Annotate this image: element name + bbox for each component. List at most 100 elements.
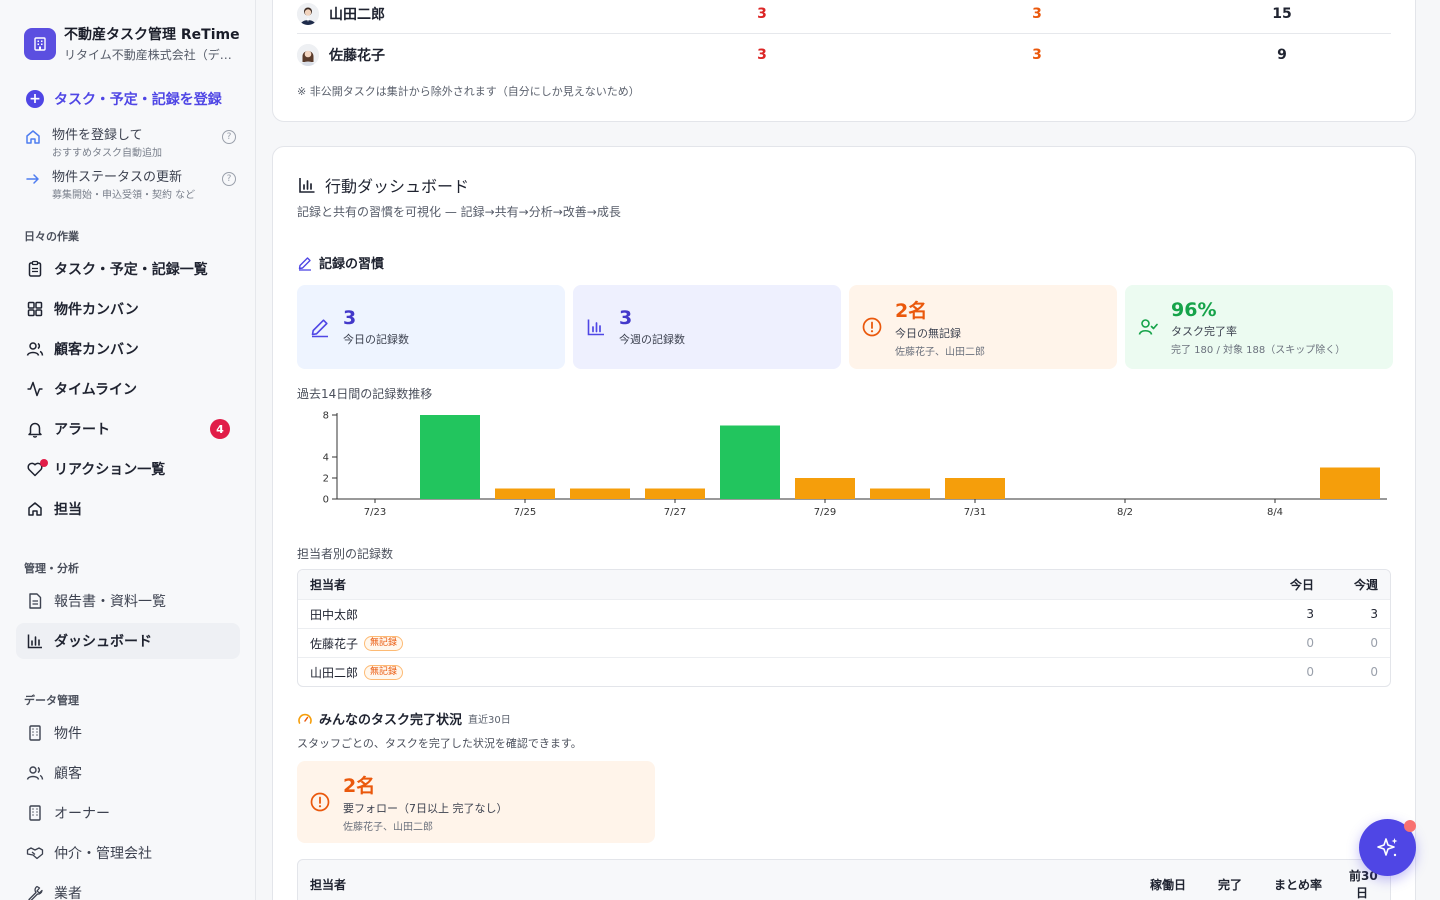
bar-chart-icon (27, 634, 42, 649)
chart-bar (720, 425, 780, 499)
follow-value: 2名 (343, 775, 376, 797)
dashboard-title: 行動ダッシュボード (297, 173, 469, 197)
stat-card-week[interactable]: 3 今週の記録数 (573, 285, 841, 369)
nav-vendors[interactable]: 業者 (16, 875, 240, 900)
nav-reactions[interactable]: リアクション一覧 (16, 451, 240, 487)
staff-name: 佐藤花子 (310, 636, 359, 651)
stat-card-completion[interactable]: 96% タスク完了率 完了 180 / 対象 188（スキップ除く） (1125, 285, 1393, 369)
col-header-prev-unit: 日 (1356, 886, 1369, 900)
quick-title: 物件ステータスの更新 (52, 170, 183, 185)
table-row[interactable]: 佐藤花子 無記録 0 0 (298, 628, 1390, 657)
today-count: 0 (1306, 665, 1314, 679)
home-icon (28, 502, 42, 516)
stat-value: 3 (1032, 5, 1042, 22)
stat-card-today[interactable]: 3 今日の記録数 (297, 285, 565, 369)
nav-reports[interactable]: 報告書・資料一覧 (16, 583, 240, 619)
company-name: リタイム不動産株式会社（デモ） (64, 48, 240, 62)
col-header-days: 稼働日 (1150, 878, 1187, 892)
alert-count-badge: 4 (210, 419, 230, 439)
stat-sub: 完了 180 / 対象 188（スキップ除く） (1171, 344, 1346, 356)
follow-label: 要フォロー（7日以上 完了なし） (343, 802, 508, 815)
nav-label: 物件 (54, 726, 82, 742)
follow-up-card[interactable]: 2名 要フォロー（7日以上 完了なし） 佐藤花子、山田二郎 (297, 761, 655, 843)
completion-table-header: 担当者 稼働日 完了 まとめ率 前30 日 (297, 859, 1391, 900)
nav-label: リアクション一覧 (54, 462, 166, 478)
today-count: 0 (1306, 636, 1314, 650)
activity-dashboard-card: 行動ダッシュボード 記録と共有の習慣を可視化 — 記録→共有→分析→改善→成長 … (272, 146, 1416, 900)
task-summary-card: 山田二郎 3 3 15 佐藤花子 3 3 9 ※ 非公開タスクは集計から除外され… (272, 0, 1416, 122)
register-button[interactable]: + タスク・予定・記録を登録 (26, 89, 222, 109)
section-data: データ管理 (24, 694, 79, 707)
nav-alerts[interactable]: アラート 4 (16, 411, 240, 447)
home-icon (26, 130, 40, 144)
nav-owners[interactable]: オーナー (16, 795, 240, 831)
completion-desc: スタッフごとの、タスクを完了した状況を確認できます。 (297, 737, 582, 750)
table-row[interactable]: 田中太郎 3 3 (298, 599, 1390, 628)
nav-label: 顧客 (54, 766, 82, 782)
notification-dot (1404, 820, 1416, 832)
staff-records-label: 担当者別の記録数 (297, 547, 394, 561)
alert-circle-icon (310, 792, 330, 812)
completion-period: 直近30日 (468, 715, 511, 726)
building-icon (24, 27, 56, 60)
stat-sub: 佐藤花子、山田二郎 (895, 347, 985, 358)
stat-value: 9 (1277, 47, 1287, 63)
building-icon (29, 725, 41, 741)
completion-title: みんなのタスク完了状況 (319, 713, 463, 728)
activity-icon (27, 381, 43, 397)
week-count: 3 (1370, 607, 1378, 621)
nav-brokers[interactable]: 仲介・管理会社 (16, 835, 240, 871)
chart-bar (495, 488, 555, 499)
chart-title: 過去14日間の記録数推移 (297, 387, 433, 401)
clipboard-icon (28, 260, 42, 277)
nav-properties[interactable]: 物件 (16, 715, 240, 751)
nav-customer-kanban[interactable]: 顧客カンバン (16, 331, 240, 367)
stat-label: 今日の記録数 (343, 333, 409, 346)
nav-timeline[interactable]: タイムライン (16, 371, 240, 407)
nav-customers[interactable]: 顧客 (16, 755, 240, 791)
follow-sub: 佐藤花子、山田二郎 (343, 822, 433, 833)
week-count: 0 (1370, 636, 1378, 650)
table-row[interactable]: 佐藤花子 3 3 9 (297, 35, 1391, 75)
dashboard-title-text: 行動ダッシュボード (325, 177, 470, 196)
nav-task-list[interactable]: タスク・予定・記録一覧 (16, 251, 240, 287)
x-tick-label: 8/4 (1267, 507, 1283, 518)
building-icon (29, 805, 41, 821)
nav-label: アラート (54, 422, 110, 438)
y-tick-label: 4 (323, 453, 329, 464)
help-icon[interactable]: ? (222, 172, 236, 186)
nav-label: 担当 (54, 502, 82, 518)
habit-title: 記録の習慣 (319, 257, 385, 272)
plus-icon: + (26, 90, 44, 108)
users-icon (26, 766, 44, 780)
table-row[interactable]: 山田二郎 無記録 0 0 (298, 657, 1390, 686)
col-header-rate: まとめ率 (1274, 878, 1323, 892)
nav-dashboard[interactable]: ダッシュボード (16, 623, 240, 659)
x-tick-label: 7/29 (814, 507, 836, 518)
table-header: 担当者 今日 今週 (298, 570, 1390, 599)
quick-title: 物件を登録して (52, 128, 143, 143)
chart-bar (795, 478, 855, 499)
stat-card-no-record[interactable]: 2名 今日の無記録 佐藤花子、山田二郎 (849, 285, 1117, 369)
quick-update-status[interactable]: 物件ステータスの更新 募集開始・申込受領・契約 など ? (24, 166, 236, 201)
avatar (297, 44, 319, 66)
section-daily: 日々の作業 (24, 230, 79, 243)
sparkle-icon (1376, 837, 1397, 856)
brand[interactable]: 不動産タスク管理 ReTime リタイム不動産株式会社（デモ） (24, 24, 244, 63)
register-label: タスク・予定・記録を登録 (54, 92, 222, 108)
staff-name: 山田二郎 (329, 6, 385, 23)
table-row[interactable]: 山田二郎 3 3 15 (297, 0, 1391, 34)
private-task-note: ※ 非公開タスクは集計から除外されます（自分にしか見えないため） (297, 85, 640, 98)
staff-name: 佐藤花子 (329, 48, 385, 64)
no-record-tag: 無記録 (364, 664, 404, 680)
help-icon[interactable]: ? (222, 130, 236, 144)
nav-assignee[interactable]: 担当 (16, 491, 240, 527)
stat-label: タスク完了率 (1171, 324, 1237, 338)
chart-bar (645, 488, 705, 499)
bar-chart-icon (299, 178, 315, 193)
nav-label: オーナー (54, 806, 110, 822)
quick-register-property[interactable]: 物件を登録して おすすめタスク自動追加 ? (24, 124, 236, 159)
nav-property-kanban[interactable]: 物件カンバン (16, 291, 240, 327)
bar-chart-icon (587, 319, 604, 336)
gauge-icon (298, 713, 312, 724)
